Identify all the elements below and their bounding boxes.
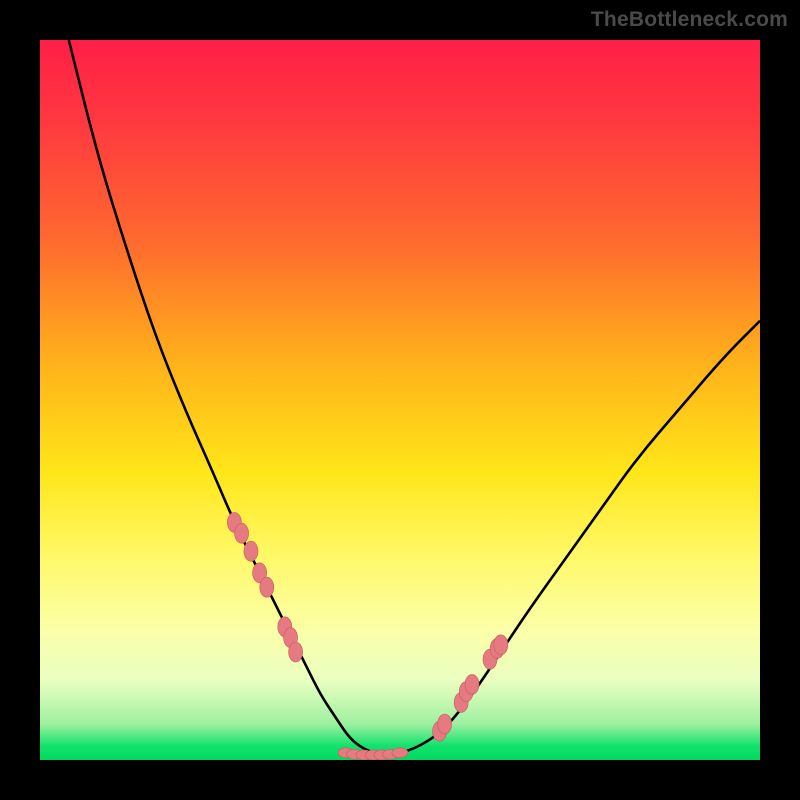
data-marker	[392, 748, 408, 758]
bottleneck-curve	[69, 40, 760, 754]
watermark-text: TheBottleneck.com	[591, 8, 788, 32]
plot-area	[40, 40, 760, 760]
data-marker	[289, 642, 303, 662]
marker-cluster-left	[227, 512, 302, 662]
data-marker	[260, 577, 274, 597]
data-marker	[438, 714, 452, 734]
marker-cluster-bottom	[338, 748, 408, 760]
data-marker	[494, 635, 508, 655]
data-marker	[235, 523, 249, 543]
data-marker	[244, 541, 258, 561]
marker-cluster-right	[433, 635, 508, 741]
data-marker	[465, 674, 479, 694]
chart-frame: TheBottleneck.com	[0, 0, 800, 800]
chart-svg	[40, 40, 760, 760]
